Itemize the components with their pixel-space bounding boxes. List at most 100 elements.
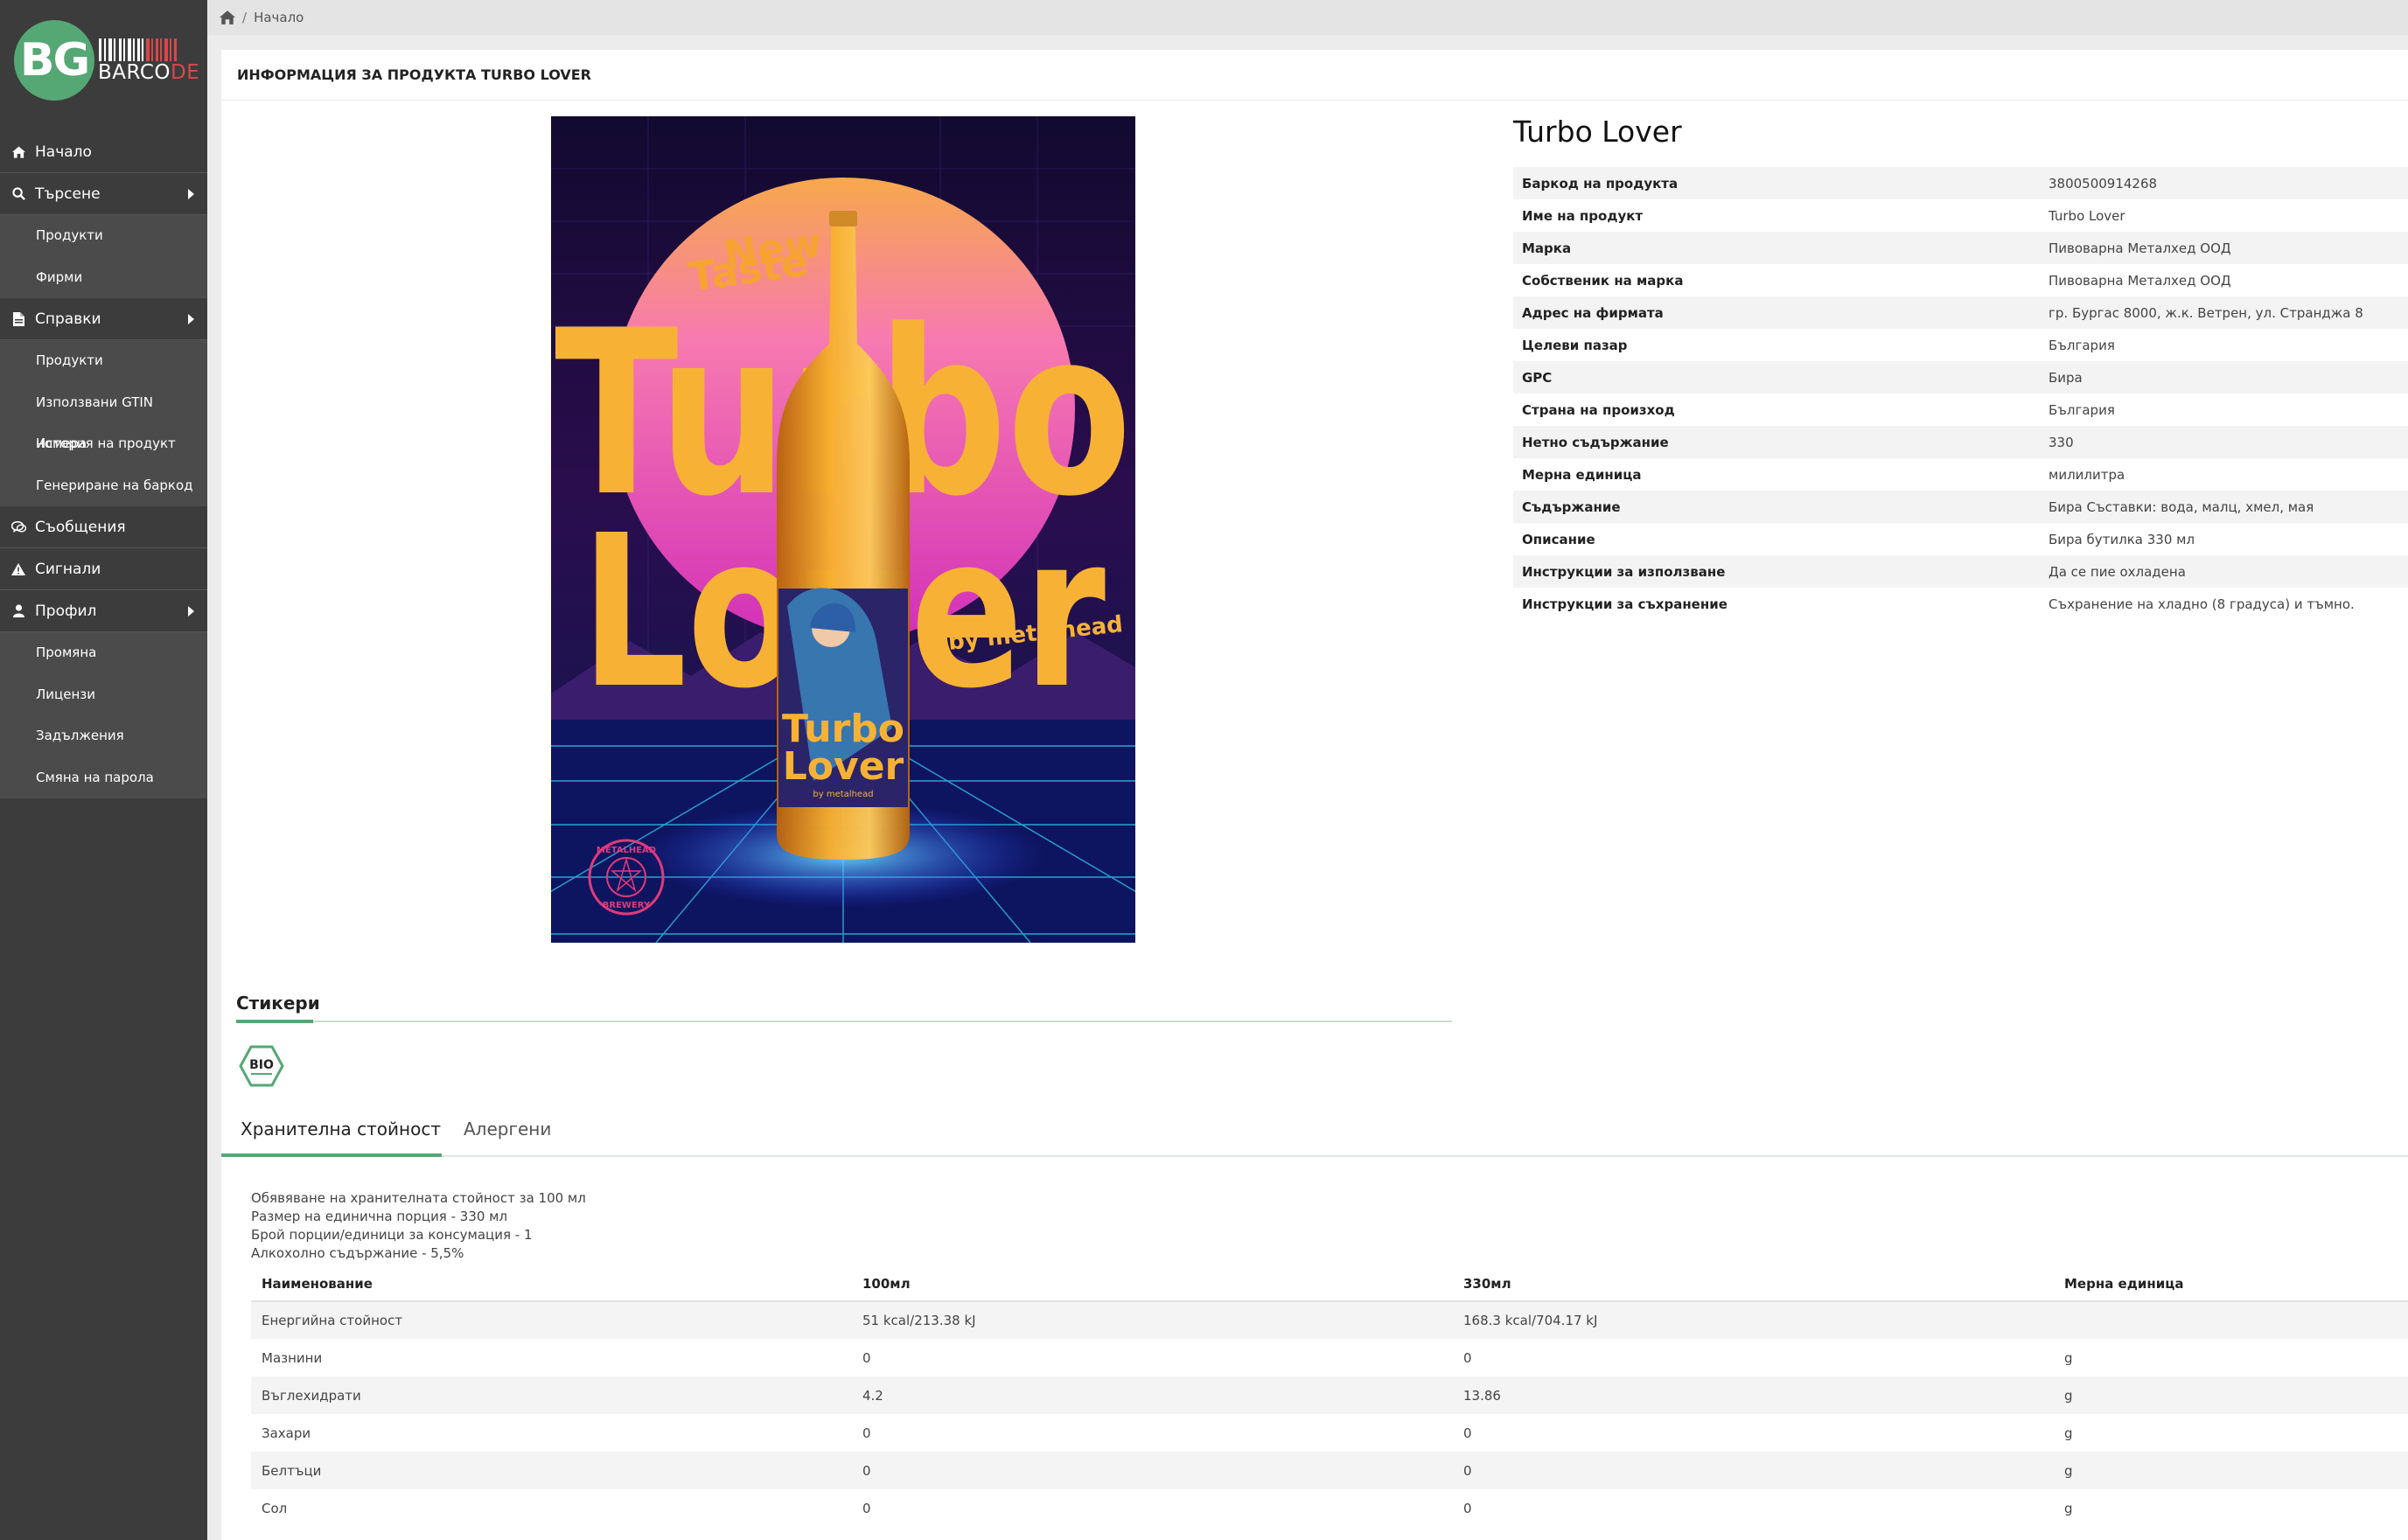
sidebar-subitem-generate-barcode[interactable]: Генериране на баркод: [0, 465, 207, 507]
sidebar-subitem-edit[interactable]: Промяна: [0, 632, 207, 674]
table-cell: Мазнини: [262, 1349, 323, 1366]
info-value: 330: [2049, 434, 2074, 450]
info-label: GPC: [1522, 369, 1553, 386]
chat-icon: [10, 519, 26, 535]
caret-right-icon: [188, 313, 194, 324]
table-row: Въглехидрати 4.2 13.86 g: [251, 1376, 2408, 1414]
sidebar-item-label: Сигнали: [35, 560, 101, 578]
table-cell: 0: [1463, 1462, 1472, 1479]
table-cell: 0: [862, 1349, 871, 1366]
home-icon[interactable]: [220, 10, 235, 24]
nutrition-note: Обявяване на хранителната стойност за 10…: [251, 1190, 586, 1206]
breadcrumb-separator: /: [242, 10, 248, 25]
table-cell: Енергийна стойност: [262, 1313, 403, 1328]
info-label: Инструкции за съхранение: [1522, 596, 1727, 612]
info-row: Баркод на продукта 3800500914268: [1513, 167, 2408, 199]
table-cell: 51 kcal/213.38 kJ: [862, 1313, 976, 1328]
sidebar-item-alerts[interactable]: Сигнали: [0, 548, 207, 590]
info-row: Собственик на марка Пивоварна Металхед ОО…: [1513, 264, 2408, 296]
info-row: Нетно съдържание 330: [1513, 426, 2408, 458]
logo-text: BARCODE: [98, 61, 200, 84]
logo-barcode-icon: [99, 38, 188, 61]
table-cell: g: [2064, 1500, 2073, 1516]
info-row: Мерна единица милилитра: [1513, 458, 2408, 491]
sidebar-subitem-product-history[interactable]: История на продукт: [0, 423, 207, 465]
info-row: Съдържание Бира Съставки: вода, малц, хме…: [1513, 491, 2408, 523]
tab-allergens[interactable]: Алергени: [464, 1118, 551, 1139]
sidebar-subitem-obligations[interactable]: Задължения: [0, 715, 207, 757]
sidebar-subitem-report-products[interactable]: Продукти: [0, 340, 207, 382]
sidebar-item-profile[interactable]: Профил: [0, 590, 207, 632]
table-row: Мазнини 0 0 g: [251, 1339, 2408, 1376]
info-value: България: [2049, 337, 2115, 353]
table-cell: 4.2: [862, 1387, 883, 1404]
search-icon: [10, 186, 26, 202]
info-value: България: [2049, 401, 2115, 418]
sidebar: BG BARCODE Начало Търсене Продукти Фирми…: [0, 0, 207, 1540]
sidebar-item-home[interactable]: Начало: [0, 131, 207, 173]
table-cell: 0: [862, 1500, 871, 1516]
tab-nutrition[interactable]: Хранителна стойност: [241, 1118, 441, 1139]
nutrition-tabs: Хранителна стойност Алергени: [221, 1108, 2408, 1157]
info-label: Мерна единица: [1522, 466, 1642, 483]
info-row: Инструкции за използване Да се пие охладе…: [1513, 555, 2408, 588]
info-value: Пивоварна Металхед ООД: [2049, 240, 2231, 256]
info-value: Бира: [2049, 369, 2083, 386]
nutrition-note: Размер на единична порция - 330 мл: [251, 1209, 508, 1224]
info-label: Описание: [1522, 531, 1595, 547]
sidebar-subitem-used-gtin[interactable]: Използвани GTIN номера: [0, 382, 207, 452]
svg-text:Lover: Lover: [783, 744, 904, 789]
sidebar-item-messages[interactable]: Съобщения: [0, 506, 207, 548]
info-label: Собственик на марка: [1522, 272, 1684, 289]
info-row: Адрес на фирмата гр. Бургас 8000, ж.к. Ве…: [1513, 296, 2408, 329]
column-header: Мерна единица: [2054, 1266, 2408, 1302]
table-cell: 0: [1463, 1500, 1472, 1516]
table-cell: 0: [862, 1462, 871, 1479]
logo[interactable]: BG BARCODE: [0, 0, 207, 131]
table-cell: [2054, 1301, 2408, 1339]
table-cell: g: [2064, 1349, 2073, 1366]
column-header: Наименование: [251, 1266, 852, 1302]
info-value: Turbo Lover: [2049, 207, 2125, 224]
stickers-divider: [236, 1020, 1452, 1023]
sidebar-subitem-products[interactable]: Продукти: [0, 215, 207, 257]
table-cell: Сол: [262, 1500, 288, 1516]
table-row: Енергийна стойност 51 kcal/213.38 kJ 168.3…: [251, 1301, 2408, 1339]
breadcrumb-current: Начало: [254, 10, 304, 25]
svg-text:METALHEAD: METALHEAD: [597, 846, 656, 855]
info-value: Бира Съставки: вода, малц, хмел, мая: [2049, 498, 2314, 515]
table-row: Захари 0 0 g: [251, 1414, 2408, 1452]
table-cell: 168.3 kcal/704.17 kJ: [1463, 1313, 1598, 1328]
info-label: Баркод на продукта: [1522, 175, 1679, 192]
sidebar-subitem-change-password[interactable]: Смяна на парола: [0, 757, 207, 799]
info-row: Марка Пивоварна Металхед ООД: [1513, 232, 2408, 264]
table-cell: 0: [1463, 1349, 1472, 1366]
sidebar-item-label: Съобщения: [35, 518, 126, 536]
sidebar-subitem-companies[interactable]: Фирми: [0, 257, 207, 299]
stickers-heading: Стикери: [236, 993, 320, 1014]
sidebar-item-label: Справки: [35, 310, 101, 328]
submenu-reports: Продукти Използвани GTIN номера История …: [0, 340, 207, 506]
product-image: New Taste Turbo Lover by metalhead Turbo…: [551, 116, 1135, 943]
sidebar-item-reports[interactable]: Справки: [0, 298, 207, 340]
sidebar-item-label: Търсене: [35, 185, 101, 203]
column-header: 330мл: [1453, 1266, 2054, 1302]
info-row: Описание Бира бутилка 330 мл: [1513, 523, 2408, 555]
user-icon: [10, 603, 26, 619]
caret-right-icon: [188, 188, 194, 199]
info-label: Целеви пазар: [1522, 337, 1628, 353]
table-row: Белтъци 0 0 g: [251, 1452, 2408, 1489]
info-value: 3800500914268: [2049, 175, 2158, 192]
table-cell: 13.86: [1463, 1387, 1501, 1404]
table-cell: g: [2064, 1462, 2073, 1479]
home-icon: [10, 144, 26, 160]
product-panel: ИНФОРМАЦИЯ ЗА ПРОДУКТА TURBO LOVER New T…: [221, 50, 2408, 1540]
sidebar-subitem-licenses[interactable]: Лицензи: [0, 674, 207, 716]
page-title: ИНФОРМАЦИЯ ЗА ПРОДУКТА TURBO LOVER: [221, 50, 2408, 101]
table-cell: g: [2064, 1425, 2073, 1441]
sidebar-item-search[interactable]: Търсене: [0, 173, 207, 215]
warning-icon: [10, 561, 26, 577]
nutrition-note: Брой порции/единици за консумация - 1: [251, 1227, 533, 1243]
info-row: Страна на произход България: [1513, 394, 2408, 426]
info-label: Инструкции за използване: [1522, 563, 1726, 580]
